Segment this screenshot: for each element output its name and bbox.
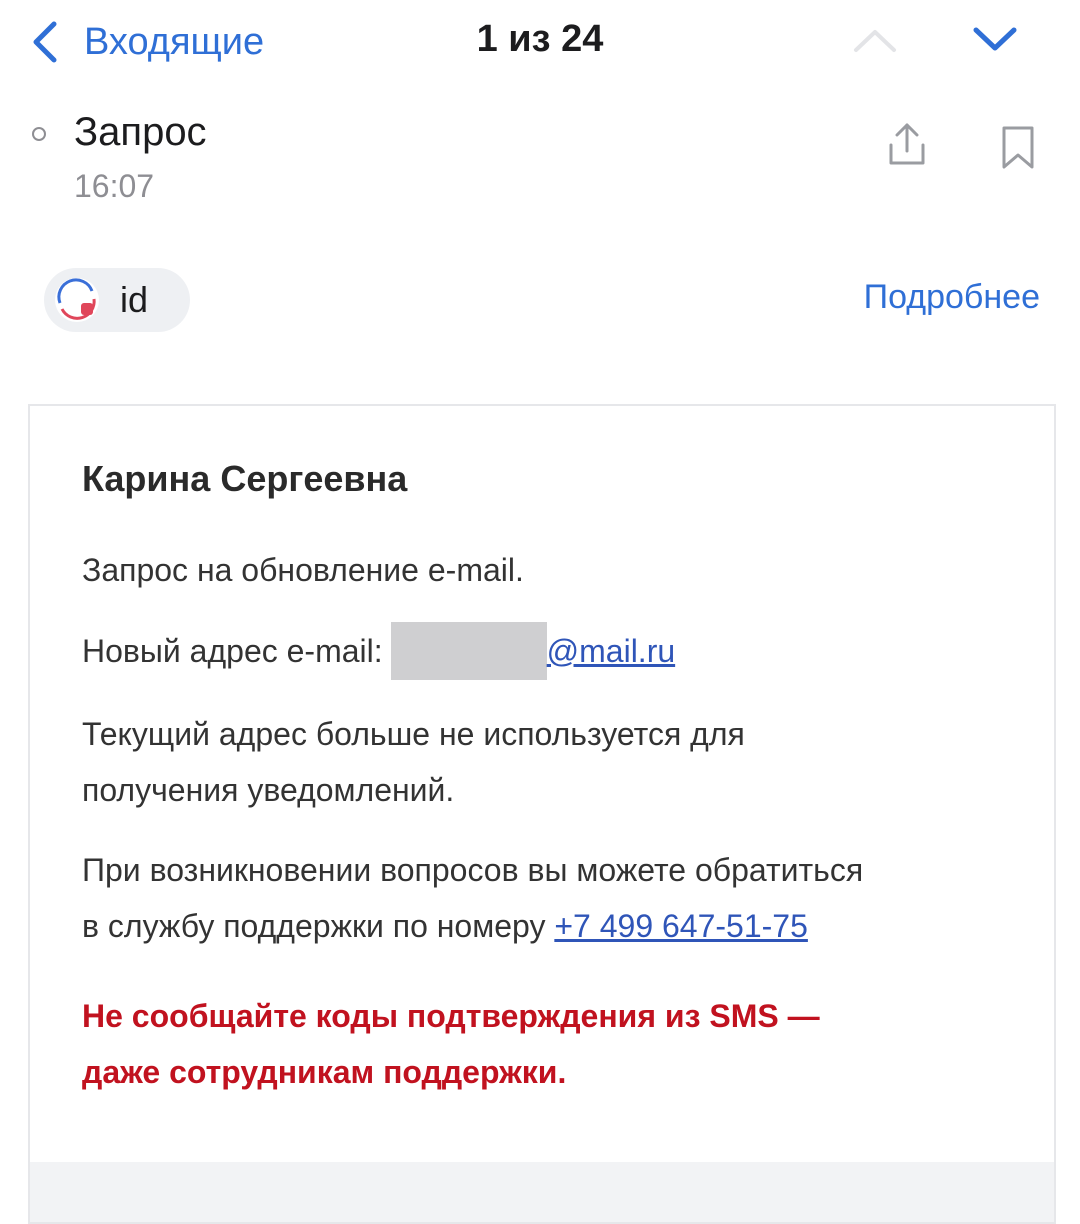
email-domain-link[interactable]: @mail.ru [547, 623, 676, 679]
card-footer [30, 1162, 1054, 1222]
message-body-card: Карина Сергеевна Запрос на обновление e-… [28, 404, 1056, 1224]
bookmark-icon[interactable] [995, 122, 1041, 172]
sender-logo-icon [55, 278, 99, 322]
body-paragraph-support: При возникновении вопросов вы можете обр… [82, 842, 863, 954]
details-link[interactable]: Подробнее [864, 278, 1040, 317]
redacted-email-block [390, 622, 547, 680]
body-text-line: Текущий адрес больше не используется для [82, 716, 745, 752]
share-icon[interactable] [880, 118, 934, 172]
sender-chip[interactable]: id [44, 268, 190, 332]
message-counter: 1 из 24 [476, 18, 604, 60]
body-text-line: При возникновении вопросов вы можете обр… [82, 852, 864, 888]
message-subject: Запрос [74, 110, 207, 154]
top-nav-bar: Входящие 1 из 24 [0, 0, 1080, 90]
message-time: 16:07 [74, 168, 155, 204]
support-phone-link[interactable]: +7 499 647-51-75 [554, 908, 808, 944]
body-paragraph-current-address: Текущий адрес больше не используется для… [82, 706, 745, 818]
chevron-up-icon[interactable] [850, 20, 900, 60]
chevron-down-icon[interactable] [970, 20, 1020, 60]
body-text-line: получения уведомлений. [82, 772, 455, 808]
security-warning: Не сообщайте коды подтверждения из SMS —… [82, 988, 820, 1100]
body-line-new-email: Новый адрес e-mail: @mail.ru [82, 622, 675, 680]
body-line-request: Запрос на обновление e-mail. [82, 552, 524, 588]
body-text-line: в службу поддержки по номеру +7 499 647-… [82, 898, 863, 954]
warning-line: Не сообщайте коды подтверждения из SMS — [82, 998, 820, 1034]
greeting: Карина Сергеевна [82, 458, 408, 499]
new-email-label: Новый адрес e-mail: [82, 633, 383, 669]
unread-indicator[interactable] [32, 127, 46, 141]
support-text: в службу поддержки по номеру [82, 908, 546, 944]
sender-name: id [120, 279, 149, 320]
warning-line: даже сотрудникам поддержки. [82, 1054, 567, 1090]
